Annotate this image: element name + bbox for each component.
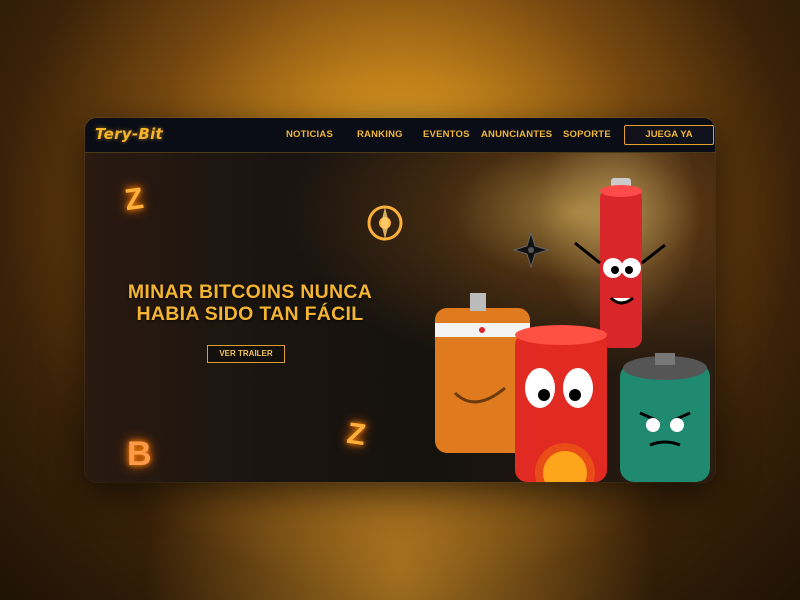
play-now-button[interactable]: JUEGA YA: [624, 125, 714, 145]
hero-section: Z Z B MINAR BITCOINS NUNCA HABIA SIDO TA…: [85, 153, 715, 482]
browser-window: Tery-Bit NOTICIAS RANKING EVENTOS ANUNCI…: [85, 118, 715, 482]
nav-item-anunciantes[interactable]: ANUNCIANTES: [481, 129, 552, 140]
coin-z-icon-2: Z: [344, 416, 368, 453]
nav-item-eventos[interactable]: EVENTOS: [423, 129, 470, 140]
battery-characters-illustration: [435, 178, 710, 482]
nav-item-noticias[interactable]: NOTICIAS: [286, 129, 333, 140]
hero-title-line-2: HABIA SIDO TAN FÁCIL: [136, 303, 364, 325]
bitcoin-coin-icon: B: [127, 435, 152, 473]
site-logo[interactable]: Tery-Bit: [95, 125, 163, 143]
nav-item-ranking[interactable]: RANKING: [357, 129, 403, 140]
coin-z-icon: Z: [122, 181, 146, 218]
hero-title: MINAR BITCOINS NUNCA HABIA SIDO TAN FÁCI…: [115, 281, 385, 325]
top-navbar: Tery-Bit NOTICIAS RANKING EVENTOS ANUNCI…: [85, 118, 715, 153]
nav-item-soporte[interactable]: SOPORTE: [563, 129, 611, 140]
hero-title-line-1: MINAR BITCOINS NUNCA: [127, 281, 373, 303]
fan-coin-icon: [367, 205, 403, 241]
watch-trailer-button[interactable]: VER TRAILER: [207, 345, 285, 363]
